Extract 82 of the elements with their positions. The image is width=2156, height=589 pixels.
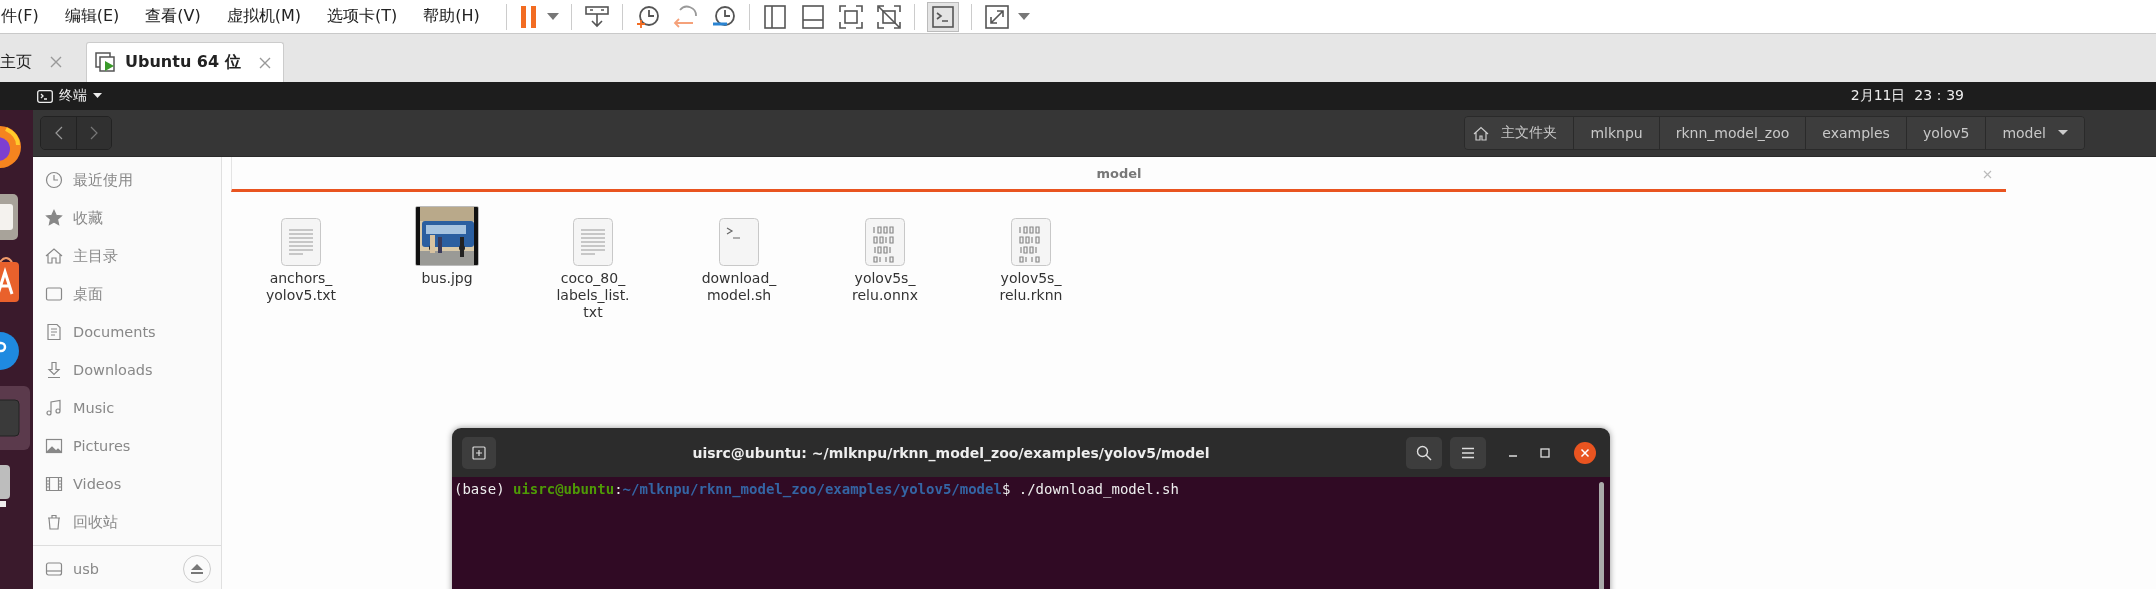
sidebar-item[interactable]: 最近使用 (33, 161, 221, 199)
caret-icon[interactable] (2058, 130, 2068, 136)
vm-tab[interactable]: Ubuntu 64 位 (86, 42, 284, 82)
trash-icon[interactable] (45, 513, 63, 531)
menu-item[interactable]: 编辑(E) (64, 6, 120, 27)
terminal-line: (base) uisrc@ubuntu:~/mlknpu/rknn_model_zoo/examples/yolov5/model$ ./download_model.sh (454, 481, 1180, 497)
search-button[interactable] (1406, 436, 1442, 469)
menu-item[interactable]: 件(F) (1, 6, 39, 27)
binary-file-icon (1011, 218, 1051, 266)
drive-icon[interactable] (45, 560, 63, 578)
app-menu[interactable]: 终端 (37, 87, 102, 105)
document-icon[interactable] (45, 323, 63, 341)
breadcrumb[interactable]: rknn_model_zoo (1658, 117, 1806, 149)
view-tab[interactable]: model (231, 157, 2006, 192)
keyboard-send-icon[interactable] (583, 3, 610, 30)
sidebar-item[interactable]: Pictures (33, 427, 221, 465)
eject-button[interactable] (183, 555, 211, 583)
file-name[interactable]: anchors_ yolov5.txt (265, 270, 337, 304)
sidebar-item[interactable]: Documents (33, 313, 221, 351)
snapshot-revert-icon[interactable] (672, 3, 699, 30)
running-vm-icon (95, 51, 117, 74)
text-file-icon (573, 218, 613, 266)
forward-icon[interactable] (90, 126, 98, 140)
sidebar-item[interactable]: 回收站 (33, 503, 221, 541)
caret-icon[interactable] (93, 93, 102, 99)
file-name[interactable]: download_ model.sh (701, 270, 777, 304)
terminal-icon[interactable] (37, 89, 53, 103)
eject-icon[interactable] (191, 564, 203, 574)
star-icon[interactable] (45, 209, 63, 227)
menu-button[interactable] (1450, 436, 1486, 469)
file-name[interactable]: coco_80_ labels_list. txt (556, 270, 630, 321)
snapshot-take-icon[interactable] (634, 3, 661, 30)
breadcrumb[interactable]: examples (1805, 117, 1906, 149)
full-screen-icon[interactable] (837, 3, 864, 30)
menu-item[interactable]: 选项卡(T) (327, 6, 398, 27)
browser-app-icon[interactable] (0, 123, 24, 171)
film-icon[interactable] (45, 475, 63, 493)
software-app-icon[interactable] (0, 256, 20, 304)
breadcrumb[interactable]: model (1985, 117, 2084, 149)
file-name[interactable]: yolov5s_ relu.onnx (852, 270, 918, 304)
sidebar-item[interactable]: Videos (33, 465, 221, 503)
script-file-icon (719, 218, 759, 266)
home-icon[interactable] (45, 247, 63, 265)
sidebar-item[interactable]: Downloads (33, 351, 221, 389)
tab-label: Ubuntu 64 位 (125, 52, 241, 73)
sidebar-item[interactable]: Music (33, 389, 221, 427)
clock[interactable]: 2月11日 23：39 (1850, 87, 1964, 105)
new-tab-button[interactable] (462, 436, 496, 469)
sidebar-item[interactable]: 收藏 (33, 199, 221, 237)
breadcrumb[interactable]: mlknpu (1573, 117, 1659, 149)
file-name[interactable]: bus.jpg (421, 270, 473, 287)
window-title: uisrc@ubuntu: ~/mlknpu/rknn_model_zoo/examples/yolov5/model (691, 444, 1211, 461)
sidebar-item[interactable]: 桌面 (33, 275, 221, 313)
thumbnail-view-icon[interactable] (799, 3, 826, 30)
menu-item[interactable]: 查看(V) (145, 6, 201, 27)
tab-label: 主页 (0, 51, 32, 73)
breadcrumb[interactable]: yolov5 (1905, 117, 1986, 149)
menu-item[interactable]: 帮助(H) (423, 6, 480, 27)
sidebar-item[interactable]: 主目录 (33, 237, 221, 275)
menu-item[interactable]: 虚拟机(M) (226, 6, 301, 27)
text-file-icon (281, 218, 321, 266)
files-app-icon[interactable] (0, 194, 20, 240)
breadcrumb[interactable]: 主文件夹 (1465, 117, 1574, 149)
pause-icon[interactable] (518, 3, 539, 30)
music-note-icon[interactable] (45, 399, 63, 417)
maximize-icon[interactable] (1540, 447, 1550, 458)
download-icon[interactable] (45, 361, 63, 379)
search-icon[interactable] (1416, 444, 1432, 461)
back-icon[interactable] (54, 126, 63, 140)
desktop-icon[interactable] (45, 285, 63, 303)
scrollbar[interactable] (1599, 482, 1604, 589)
new-tab-icon[interactable] (472, 445, 486, 460)
sidebar-item[interactable]: usb (45, 560, 99, 578)
menu-icon[interactable] (1461, 446, 1475, 459)
clock-icon[interactable] (45, 171, 63, 189)
stretch-icon[interactable] (983, 3, 1010, 30)
home-icon[interactable] (1473, 125, 1490, 141)
file-name[interactable]: yolov5s_ relu.rknn (999, 270, 1063, 304)
sidebar-view-icon[interactable] (761, 3, 788, 30)
image-icon[interactable] (45, 437, 63, 455)
close-icon[interactable] (1574, 441, 1596, 464)
binary-file-icon (865, 218, 905, 266)
